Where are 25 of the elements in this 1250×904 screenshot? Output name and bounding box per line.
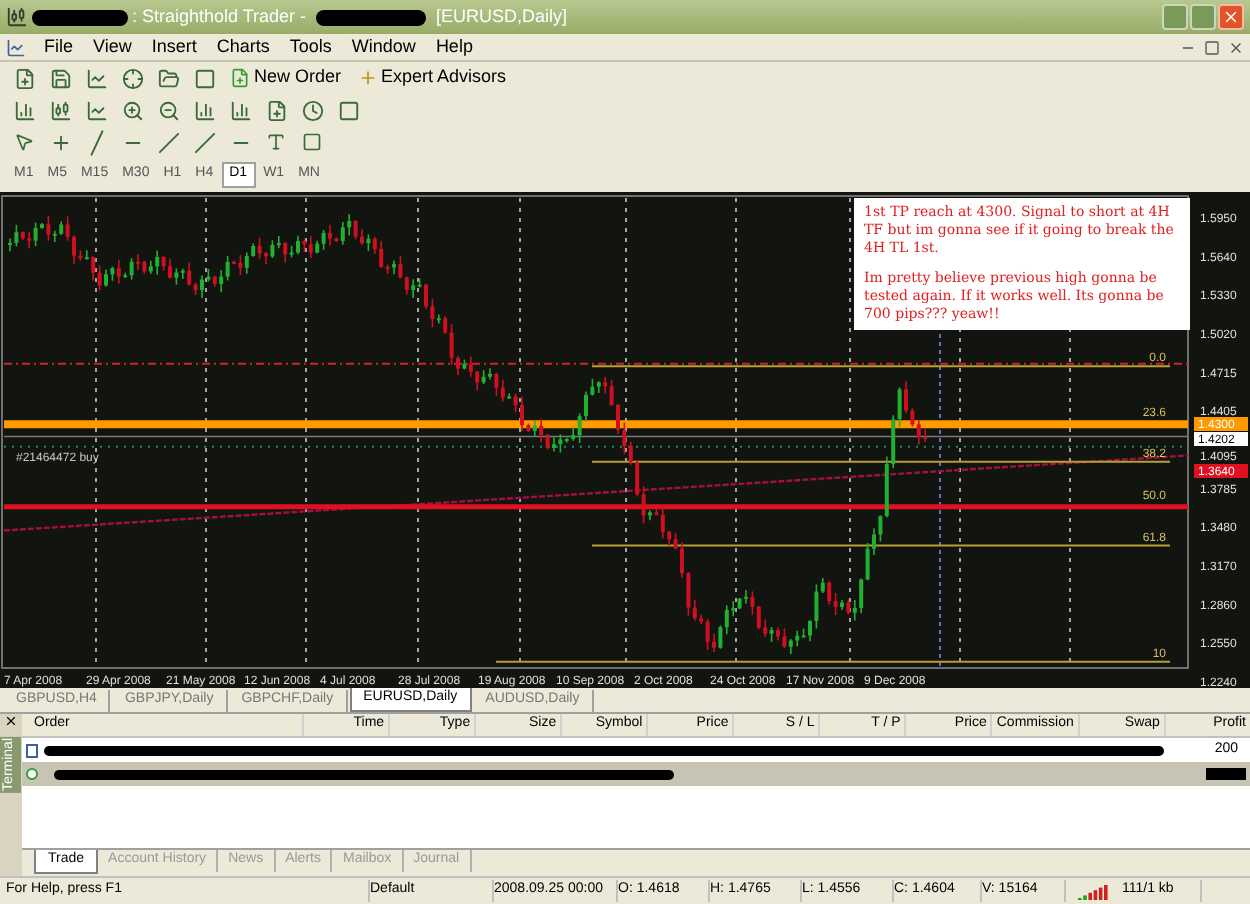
menu-item[interactable]: Help — [425, 33, 483, 61]
close-button[interactable] — [1218, 4, 1244, 30]
restore-icon[interactable] — [1204, 39, 1220, 55]
new-order-button[interactable]: New Order — [224, 64, 348, 92]
window-title: : Straighthold Trader - — [132, 3, 307, 30]
app-icon — [6, 6, 28, 28]
menu-item[interactable]: Tools — [279, 33, 342, 61]
new-order-icon — [230, 68, 250, 88]
order-row[interactable] — [22, 762, 1250, 786]
close-icon — [1222, 8, 1240, 26]
menu-item[interactable]: Window — [341, 33, 426, 61]
menu-item[interactable]: Charts — [206, 33, 280, 61]
menu-item[interactable]: View — [83, 33, 142, 61]
menu-item[interactable]: File — [34, 33, 84, 61]
document-icon — [6, 37, 26, 57]
expert-advisors-button[interactable]: Expert Advisors — [351, 64, 513, 92]
close-icon[interactable] — [1228, 39, 1244, 55]
menu-item[interactable]: Insert — [141, 33, 207, 61]
redaction-mark — [316, 9, 427, 25]
plus-icon — [357, 68, 378, 88]
redaction-mark — [32, 9, 128, 25]
connection-bars-icon — [1078, 882, 1110, 900]
redaction-mark — [1206, 768, 1246, 780]
document-title: [EURUSD,Daily] — [436, 3, 568, 30]
close-icon[interactable] — [4, 714, 18, 728]
